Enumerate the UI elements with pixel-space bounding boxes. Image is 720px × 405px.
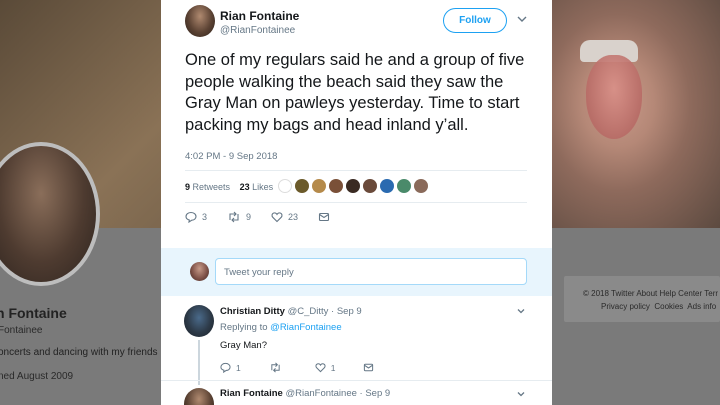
chevron-down-icon[interactable] bbox=[516, 389, 526, 399]
footer-panel bbox=[564, 276, 720, 322]
like-button[interactable]: 1 bbox=[315, 362, 336, 373]
retweets-label[interactable]: Retweets bbox=[193, 182, 231, 192]
reply-author-avatar[interactable] bbox=[184, 305, 214, 337]
reply-icon bbox=[185, 211, 197, 223]
reply-button[interactable]: 3 bbox=[185, 211, 207, 223]
message-button[interactable] bbox=[363, 362, 379, 373]
divider bbox=[161, 380, 552, 381]
replying-to-link[interactable]: @RianFontainee bbox=[270, 322, 341, 333]
reply-input[interactable]: Tweet your reply bbox=[215, 258, 527, 285]
footer-privacy-link[interactable]: Privacy policy bbox=[601, 302, 650, 311]
like-count: 1 bbox=[330, 362, 336, 373]
retweet-icon bbox=[229, 211, 239, 223]
reply-text: Gray Man? bbox=[220, 340, 267, 351]
reply-count: 3 bbox=[202, 212, 208, 222]
reply-count: 1 bbox=[236, 362, 241, 373]
reply-author-name[interactable]: Christian Ditty bbox=[220, 306, 285, 317]
envelope-icon bbox=[364, 363, 374, 372]
heart-icon bbox=[271, 212, 283, 223]
envelope-icon bbox=[318, 212, 330, 222]
profile-bio: oncerts and dancing with my friends :-) bbox=[0, 347, 170, 358]
chevron-down-icon[interactable] bbox=[516, 13, 528, 25]
tweet-permalink-card: Rian Fontaine @RianFontainee Follow One … bbox=[161, 0, 552, 405]
thread-connector bbox=[198, 340, 200, 385]
liker-avatar[interactable] bbox=[346, 179, 360, 193]
tweet-timestamp[interactable]: 4:02 PM - 9 Sep 2018 bbox=[185, 151, 277, 162]
replying-to: Replying to @RianFontainee bbox=[220, 322, 342, 333]
follow-button[interactable]: Follow bbox=[443, 8, 507, 33]
divider bbox=[185, 202, 527, 203]
liker-avatars bbox=[278, 179, 431, 193]
liker-avatar[interactable] bbox=[397, 179, 411, 193]
divider bbox=[185, 170, 527, 171]
author-avatar[interactable] bbox=[185, 5, 215, 37]
current-user-avatar bbox=[190, 262, 209, 281]
footer-about-link[interactable]: About bbox=[636, 289, 657, 298]
message-button[interactable] bbox=[318, 211, 335, 223]
footer-terms-link[interactable]: Terr bbox=[704, 289, 718, 298]
footer-copyright: © 2018 Twitter bbox=[583, 289, 635, 298]
retweets-count[interactable]: 9 bbox=[185, 182, 190, 192]
liker-avatar[interactable] bbox=[414, 179, 428, 193]
chevron-down-icon[interactable] bbox=[516, 306, 526, 316]
liker-avatar[interactable] bbox=[363, 179, 377, 193]
reply-date[interactable]: · Sep 9 bbox=[360, 388, 391, 399]
tweet-actions: 3 9 23 bbox=[185, 211, 355, 223]
likes-count[interactable]: 23 bbox=[240, 182, 250, 192]
liker-avatar[interactable] bbox=[278, 179, 292, 193]
liker-avatar[interactable] bbox=[329, 179, 343, 193]
liker-avatar[interactable] bbox=[312, 179, 326, 193]
liker-avatar[interactable] bbox=[295, 179, 309, 193]
retweet-count: 9 bbox=[246, 212, 252, 222]
profile-banner-photo bbox=[550, 0, 720, 228]
reply-actions: 1 1 bbox=[220, 362, 407, 373]
footer-help-link[interactable]: Help Center bbox=[659, 289, 702, 298]
reply-author-handle[interactable]: @C_Ditty bbox=[288, 306, 329, 317]
retweet-button[interactable] bbox=[269, 362, 287, 373]
heart-icon bbox=[315, 363, 326, 373]
footer-links-row2: Privacy policy Cookies Ads info bbox=[601, 302, 716, 311]
like-button[interactable]: 23 bbox=[271, 211, 298, 223]
footer-ads-link[interactable]: Ads info bbox=[687, 302, 716, 311]
author-handle[interactable]: @RianFontainee bbox=[220, 25, 295, 36]
reply-date[interactable]: · Sep 9 bbox=[331, 306, 362, 317]
retweet-button[interactable]: 9 bbox=[227, 211, 251, 223]
liker-avatar[interactable] bbox=[380, 179, 394, 193]
reply-header: Rian Fontaine @RianFontainee · Sep 9 bbox=[220, 388, 390, 399]
reply-button[interactable]: 1 bbox=[220, 362, 241, 373]
reply-icon bbox=[220, 362, 231, 373]
likes-label[interactable]: Likes bbox=[252, 182, 273, 192]
tweet-stats: 9 Retweets 23 Likes bbox=[185, 182, 273, 192]
retweet-icon bbox=[271, 362, 280, 373]
reply-header: Christian Ditty @C_Ditty · Sep 9 bbox=[220, 306, 362, 317]
profile-joined: ned August 2009 bbox=[0, 371, 74, 382]
profile-name: n Fontaine bbox=[0, 305, 67, 321]
like-count: 23 bbox=[288, 212, 299, 222]
profile-handle: Fontainee bbox=[0, 325, 43, 336]
reply-author-handle[interactable]: @RianFontainee bbox=[285, 388, 356, 399]
reply-author-avatar[interactable] bbox=[184, 388, 214, 405]
author-name[interactable]: Rian Fontaine bbox=[220, 9, 299, 23]
replying-to-label: Replying to bbox=[220, 322, 268, 333]
footer-cookies-link[interactable]: Cookies bbox=[654, 302, 683, 311]
footer-links: © 2018 Twitter About Help Center Terr bbox=[583, 289, 718, 298]
reply-author-name[interactable]: Rian Fontaine bbox=[220, 388, 283, 399]
tweet-text: One of my regulars said he and a group o… bbox=[185, 51, 525, 134]
